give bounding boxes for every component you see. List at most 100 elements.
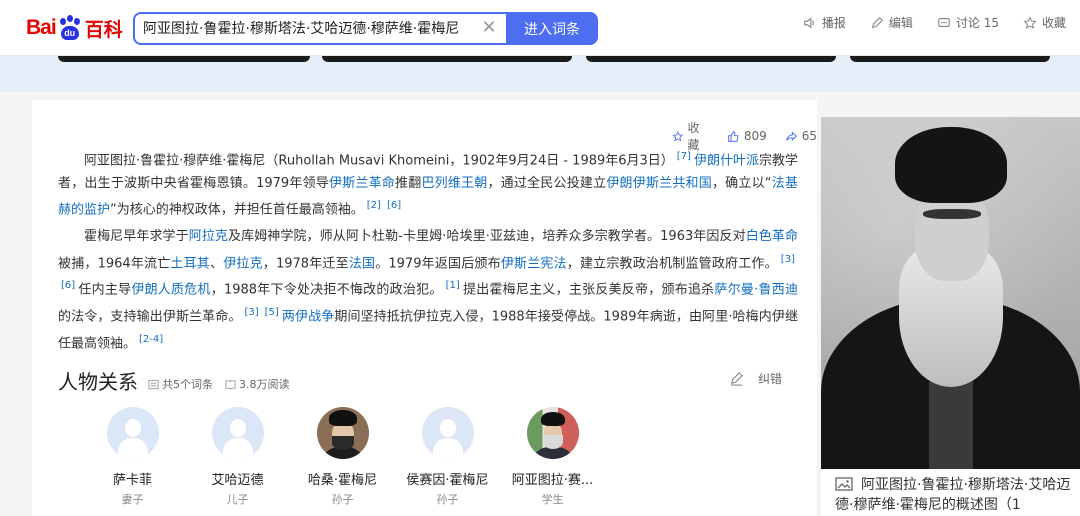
avatar (211, 407, 264, 459)
logo-baike-text: 百科 (84, 19, 123, 41)
citation-ref[interactable]: [2-4] (136, 334, 166, 345)
relation-item[interactable]: 艾哈迈德 儿子 (185, 407, 290, 507)
report-error-label: 纠错 (758, 372, 783, 386)
relation-item[interactable]: 哈桑·霍梅尼 孙子 (290, 407, 395, 507)
relations-title: 人物关系 (58, 370, 138, 394)
banner-card[interactable] (322, 56, 572, 62)
text: ”为核心的神权政体，并担任首任最高领袖。 (110, 202, 364, 218)
top-banner-strip (0, 56, 1080, 92)
discuss-button[interactable]: 讨论 15 (937, 14, 999, 31)
relation-name: 艾哈迈德 (211, 473, 264, 488)
discuss-label: 讨论 15 (955, 16, 999, 30)
search-box: 阿亚图拉·鲁霍拉·穆斯塔法·艾哈迈德·穆萨维·霍梅尼 ✕ (133, 12, 506, 45)
share-count: 65 (801, 129, 817, 143)
entry-link[interactable]: 法国 (349, 256, 375, 271)
citation-ref[interactable]: [7] (674, 151, 694, 162)
entry-link[interactable]: 伊朗人质危机 (131, 283, 210, 298)
avatar (421, 407, 474, 459)
relation-name: 阿亚图拉·赛... (511, 473, 594, 488)
banner-card[interactable] (850, 56, 1050, 62)
citation-ref[interactable]: [2] (364, 200, 384, 211)
citation-ref[interactable]: [3] (241, 307, 261, 318)
relation-type: 学生 (541, 493, 564, 506)
relation-item[interactable]: 萨卡菲 妻子 (80, 407, 185, 507)
text: 的法令，支持输出伊斯兰革命。 (58, 309, 242, 325)
favorite-button[interactable]: 收藏 (1023, 14, 1066, 31)
banner-card[interactable] (586, 56, 836, 62)
relations-meta: 共5个词条 3.8万阅读 (148, 376, 290, 392)
entry-link[interactable]: 土耳其 (170, 256, 210, 271)
entry-link[interactable]: 阿拉克 (189, 229, 228, 244)
book-icon (225, 379, 236, 390)
text: 阿亚图拉·鲁霍拉·穆萨维·霍梅尼（Ruhollah Musavi Khomein… (84, 153, 674, 169)
entry-link[interactable]: 伊斯兰宪法 (501, 256, 567, 271)
entry-link[interactable]: 两伊战争 (282, 309, 335, 324)
share-button[interactable]: 65 (785, 129, 817, 143)
relation-type: 孙子 (436, 493, 459, 506)
avatar (526, 407, 579, 459)
banner-card[interactable] (58, 56, 310, 62)
edit-button[interactable]: 编辑 (870, 14, 913, 31)
entry-link[interactable]: 伊朗伊斯兰共和国 (606, 176, 712, 191)
baidu-baike-logo[interactable]: Bai du 百科 (26, 12, 123, 44)
entry-link[interactable]: 萨尔曼·鲁西迪 (714, 283, 798, 298)
logo-du-text: du (60, 26, 79, 40)
relation-name: 哈桑·霍梅尼 (307, 473, 378, 488)
text: ，建立宗教政治机制监管政府工作。 (566, 255, 778, 271)
text: ，1988年下令处决拒不悔改的政治犯。 (210, 282, 443, 298)
relation-type: 儿子 (226, 493, 249, 506)
citation-ref[interactable]: [6] (384, 200, 404, 211)
relation-type: 孙子 (331, 493, 354, 506)
header-actions: 播报 编辑 讨论 15 收藏 (803, 14, 1066, 31)
share-icon (785, 130, 797, 141)
portrait-photo[interactable] (821, 117, 1080, 469)
relations-list: 萨卡菲 妻子 艾哈迈德 儿子 哈桑·霍梅尼 孙子 侯赛因·霍梅尼 孙子 阿亚图拉… (80, 407, 605, 507)
caption-text: 阿亚图拉·鲁霍拉·穆斯塔法·艾哈迈德·穆萨维·霍梅尼的概述图（1 (835, 477, 1071, 513)
citation-ref[interactable]: [5] (262, 307, 282, 318)
entry-link[interactable]: 巴列维王朝 (421, 176, 487, 191)
relation-name: 侯赛因·霍梅尼 (406, 473, 489, 488)
summary-paragraph-2: 霍梅尼早年求学于阿拉克及库姆神学院，师从阿卜杜勒-卡里姆·哈埃里·亚兹迪，培养众… (58, 226, 798, 356)
entry-link[interactable]: 伊拉克 (223, 256, 263, 271)
search-input[interactable]: 阿亚图拉·鲁霍拉·穆斯塔法·艾哈迈德·穆萨维·霍梅尼 (143, 18, 477, 40)
favorite-label: 收藏 (1041, 16, 1066, 30)
summary-image-card[interactable]: 阿亚图拉·鲁霍拉·穆斯塔法·艾哈迈德·穆萨维·霍梅尼的概述图（1 (821, 117, 1080, 516)
main-content-panel: 收藏 809 65 阿亚图拉·鲁霍拉·穆萨维·霍梅尼（Ruhollah Musa… (32, 100, 817, 516)
relation-item[interactable]: 阿亚图拉·赛... 学生 (500, 407, 605, 507)
text: 推翻 (395, 175, 422, 191)
paw-icon: du (57, 15, 83, 41)
citation-ref[interactable]: [6] (58, 280, 78, 291)
text: 霍梅尼早年求学于 (84, 229, 189, 244)
image-caption[interactable]: 阿亚图拉·鲁霍拉·穆斯塔法·艾哈迈德·穆萨维·霍梅尼的概述图（1 (835, 475, 1075, 515)
avatar (316, 407, 369, 459)
citation-ref[interactable]: [3] (778, 254, 798, 265)
play-label: 播报 (821, 16, 846, 30)
entry-link[interactable]: 伊朗什叶派 (694, 153, 759, 168)
text: 任内主导 (78, 282, 132, 298)
comment-icon (938, 17, 950, 27)
citation-ref[interactable]: [1] (443, 280, 463, 291)
entry-link[interactable]: 白色革命 (746, 229, 798, 244)
text: 、 (210, 255, 224, 271)
logo-bai-text: Bai (26, 16, 57, 39)
play-button[interactable]: 播报 (803, 14, 846, 31)
read-count: 3.8万阅读 (225, 376, 290, 392)
thumbs-up-icon (727, 130, 739, 142)
like-button[interactable]: 809 (727, 129, 767, 143)
relation-item[interactable]: 侯赛因·霍梅尼 孙子 (395, 407, 500, 507)
star-icon (1023, 15, 1037, 29)
image-icon (835, 477, 853, 491)
enter-entry-button[interactable]: 进入词条 (506, 12, 598, 45)
text: 及库姆神学院，师从阿卜杜勒-卡里姆·哈埃里·亚兹迪，培养众多宗教学者。1963年… (228, 229, 746, 244)
entry-link[interactable]: 伊斯兰革命 (329, 176, 395, 191)
avatar (106, 407, 159, 459)
relation-name: 萨卡菲 (112, 473, 152, 488)
pencil-icon (730, 372, 743, 386)
text: 。1979年返国后颁布 (375, 255, 501, 271)
clear-icon[interactable]: ✕ (480, 18, 498, 38)
report-error-button[interactable]: 纠错 (729, 370, 782, 387)
text: ，1978年迁至 (262, 255, 349, 271)
pencil-icon (871, 16, 883, 28)
like-count: 809 (743, 129, 767, 143)
read-count-label: 3.8万阅读 (239, 378, 290, 391)
